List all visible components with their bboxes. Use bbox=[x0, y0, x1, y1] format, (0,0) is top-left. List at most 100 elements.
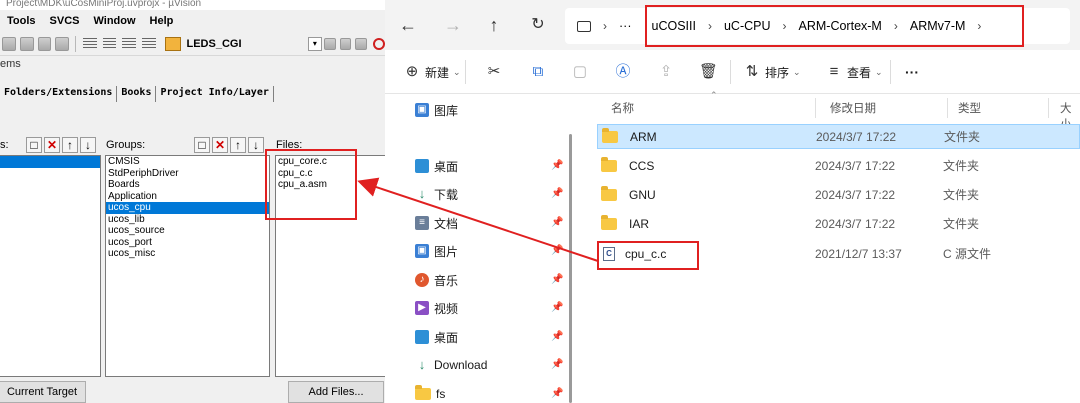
column-type[interactable]: 类型 bbox=[958, 100, 981, 116]
pin-icon[interactable]: 📌 bbox=[551, 217, 563, 228]
move-down-icon[interactable]: ↓ bbox=[80, 137, 96, 153]
rebuild-icon[interactable] bbox=[37, 36, 52, 51]
selected-target-row[interactable] bbox=[0, 156, 100, 168]
nav-item-fs[interactable]: fs bbox=[415, 384, 445, 403]
menu-help[interactable]: Help bbox=[143, 15, 181, 27]
sort-button[interactable]: ⇅ 排序 ⌄ bbox=[743, 62, 801, 82]
targets-list[interactable] bbox=[0, 155, 101, 377]
groups-list[interactable]: CMSIS StdPeriphDriver Boards Application… bbox=[105, 155, 270, 377]
chevron-right-icon[interactable]: › bbox=[603, 19, 607, 33]
cut-button[interactable]: ✂ bbox=[485, 62, 503, 82]
menu-window[interactable]: Window bbox=[86, 15, 142, 27]
move-up-icon[interactable]: ↑ bbox=[230, 137, 246, 153]
delete-group-icon[interactable]: ✕ bbox=[212, 137, 228, 153]
add-files-button[interactable]: Add Files... bbox=[288, 381, 384, 403]
forward-icon[interactable]: → bbox=[442, 14, 464, 36]
chevron-down-icon[interactable]: ▾ bbox=[308, 36, 322, 51]
nav-item-downloads[interactable]: ↓ 下载 bbox=[415, 184, 458, 204]
pin-icon[interactable]: 📌 bbox=[551, 302, 563, 313]
paste-button[interactable]: ▢ bbox=[571, 62, 589, 82]
list-item[interactable]: ucos_port bbox=[106, 237, 269, 249]
pin-icon[interactable]: 📌 bbox=[551, 188, 563, 199]
move-up-icon[interactable]: ↑ bbox=[62, 137, 78, 153]
unindent-icon[interactable] bbox=[102, 37, 117, 50]
indent-icon[interactable] bbox=[82, 37, 97, 50]
files-list[interactable]: cpu_core.c cpu_c.c cpu_a.asm bbox=[275, 155, 385, 377]
file-row-ccs[interactable]: CCS 2024/3/7 17:22 文件夹 bbox=[597, 153, 1080, 178]
file-row-gnu[interactable]: GNU 2024/3/7 17:22 文件夹 bbox=[597, 182, 1080, 207]
manage-icon[interactable] bbox=[339, 37, 352, 50]
copy-button[interactable]: ⧉ bbox=[529, 62, 547, 82]
list-item[interactable]: Boards bbox=[106, 179, 269, 191]
delete-button[interactable]: 🗑 bbox=[699, 62, 718, 82]
chevron-right-icon[interactable]: › bbox=[894, 19, 898, 33]
move-down-icon[interactable]: ↓ bbox=[248, 137, 264, 153]
list-item[interactable]: ucos_source bbox=[106, 225, 269, 237]
menu-tools[interactable]: Tools bbox=[0, 15, 43, 27]
list-item[interactable]: ucos_misc bbox=[106, 248, 269, 260]
list-item[interactable]: cpu_core.c bbox=[276, 156, 385, 168]
target-options-icon[interactable] bbox=[164, 36, 181, 51]
target-select[interactable]: LEDS_CGI bbox=[187, 38, 305, 50]
back-icon[interactable]: ← bbox=[397, 14, 419, 36]
pin-icon[interactable]: 📌 bbox=[551, 331, 563, 342]
new-group-icon[interactable]: □ bbox=[194, 137, 210, 153]
set-current-target-button[interactable]: Current Target bbox=[0, 381, 86, 403]
new-button[interactable]: ⊕ 新建 ⌄ bbox=[403, 62, 461, 82]
column-divider[interactable] bbox=[947, 98, 948, 118]
up-icon[interactable]: ↑ bbox=[483, 14, 505, 36]
file-row-cpu-c[interactable]: C cpu_c.c 2021/12/7 13:37 C 源文件 bbox=[597, 241, 1080, 266]
chevron-right-icon[interactable]: › bbox=[708, 19, 712, 33]
file-row-iar[interactable]: IAR 2024/3/7 17:22 文件夹 bbox=[597, 211, 1080, 236]
breadcrumb-ellipsis[interactable]: ··· bbox=[619, 19, 632, 33]
tab-project-info[interactable]: Project Info/Layer bbox=[156, 86, 274, 102]
column-divider[interactable] bbox=[815, 98, 816, 118]
pack-icon[interactable] bbox=[355, 37, 368, 50]
pin-icon[interactable]: 📌 bbox=[551, 160, 563, 171]
breadcrumb-arm-cortex-m[interactable]: ARM-Cortex-M bbox=[799, 19, 882, 33]
column-date[interactable]: 修改日期 bbox=[830, 100, 876, 116]
share-button[interactable]: ⇪ bbox=[657, 62, 675, 82]
new-target-icon[interactable]: □ bbox=[26, 137, 42, 153]
chevron-right-icon[interactable]: › bbox=[977, 19, 981, 33]
breadcrumb-armv7-m[interactable]: ARMv7-M bbox=[910, 19, 966, 33]
tab-books[interactable]: Books bbox=[117, 86, 157, 102]
view-button[interactable]: ≡ 查看 ⌄ bbox=[825, 62, 883, 82]
nav-item-desktop[interactable]: 桌面 bbox=[415, 156, 458, 176]
list-item[interactable]: StdPeriphDriver bbox=[106, 168, 269, 180]
load-icon[interactable] bbox=[2, 36, 16, 51]
pin-icon[interactable]: 📌 bbox=[551, 388, 563, 399]
tab-folders-extensions[interactable]: Folders/Extensions bbox=[0, 86, 118, 102]
nav-item-documents[interactable]: ≡ 文档 bbox=[415, 213, 458, 233]
nav-item-music[interactable]: ♪ 音乐 bbox=[415, 270, 458, 290]
uncomment-icon[interactable] bbox=[142, 37, 156, 50]
chevron-right-icon[interactable]: › bbox=[783, 19, 787, 33]
list-item[interactable]: CMSIS bbox=[106, 156, 269, 168]
list-item[interactable]: ucos_lib bbox=[106, 214, 269, 226]
list-item[interactable]: Application bbox=[106, 191, 269, 203]
column-name[interactable]: 名称 bbox=[611, 100, 634, 116]
breadcrumb-ucosiii[interactable]: uCOSIII bbox=[652, 19, 696, 33]
pin-icon[interactable]: 📌 bbox=[551, 359, 563, 370]
address-field[interactable]: › ··· uCOSIII › uC-CPU › ARM-Cortex-M › … bbox=[565, 8, 1070, 44]
menu-svcs[interactable]: SVCS bbox=[43, 15, 87, 27]
nav-scrollbar[interactable] bbox=[569, 134, 572, 403]
nav-item-videos[interactable]: ▶ 视频 bbox=[415, 298, 458, 318]
delete-target-icon[interactable]: ✕ bbox=[44, 137, 60, 153]
file-row-arm[interactable]: ARM 2024/3/7 17:22 文件夹 bbox=[597, 124, 1080, 149]
build-icon[interactable] bbox=[19, 36, 34, 51]
rename-button[interactable]: Ⓐ bbox=[614, 62, 632, 82]
list-item[interactable]: cpu_c.c bbox=[276, 168, 385, 180]
nav-item-desktop-2[interactable]: 桌面 bbox=[415, 327, 458, 347]
nav-item-download[interactable]: ↓ Download bbox=[415, 355, 488, 375]
list-item[interactable]: cpu_a.asm bbox=[276, 179, 385, 191]
debug-icon[interactable] bbox=[373, 37, 385, 50]
pin-icon[interactable]: 📌 bbox=[551, 274, 563, 285]
pin-icon[interactable]: 📌 bbox=[551, 245, 563, 256]
nav-item-pictures[interactable]: ▣ 图片 bbox=[415, 241, 458, 261]
list-item-selected[interactable]: ucos_cpu bbox=[106, 202, 269, 214]
batch-build-icon[interactable] bbox=[55, 36, 69, 51]
options-icon[interactable] bbox=[323, 37, 336, 50]
breadcrumb-uc-cpu[interactable]: uC-CPU bbox=[724, 19, 771, 33]
more-options-button[interactable]: ··· bbox=[905, 62, 919, 82]
